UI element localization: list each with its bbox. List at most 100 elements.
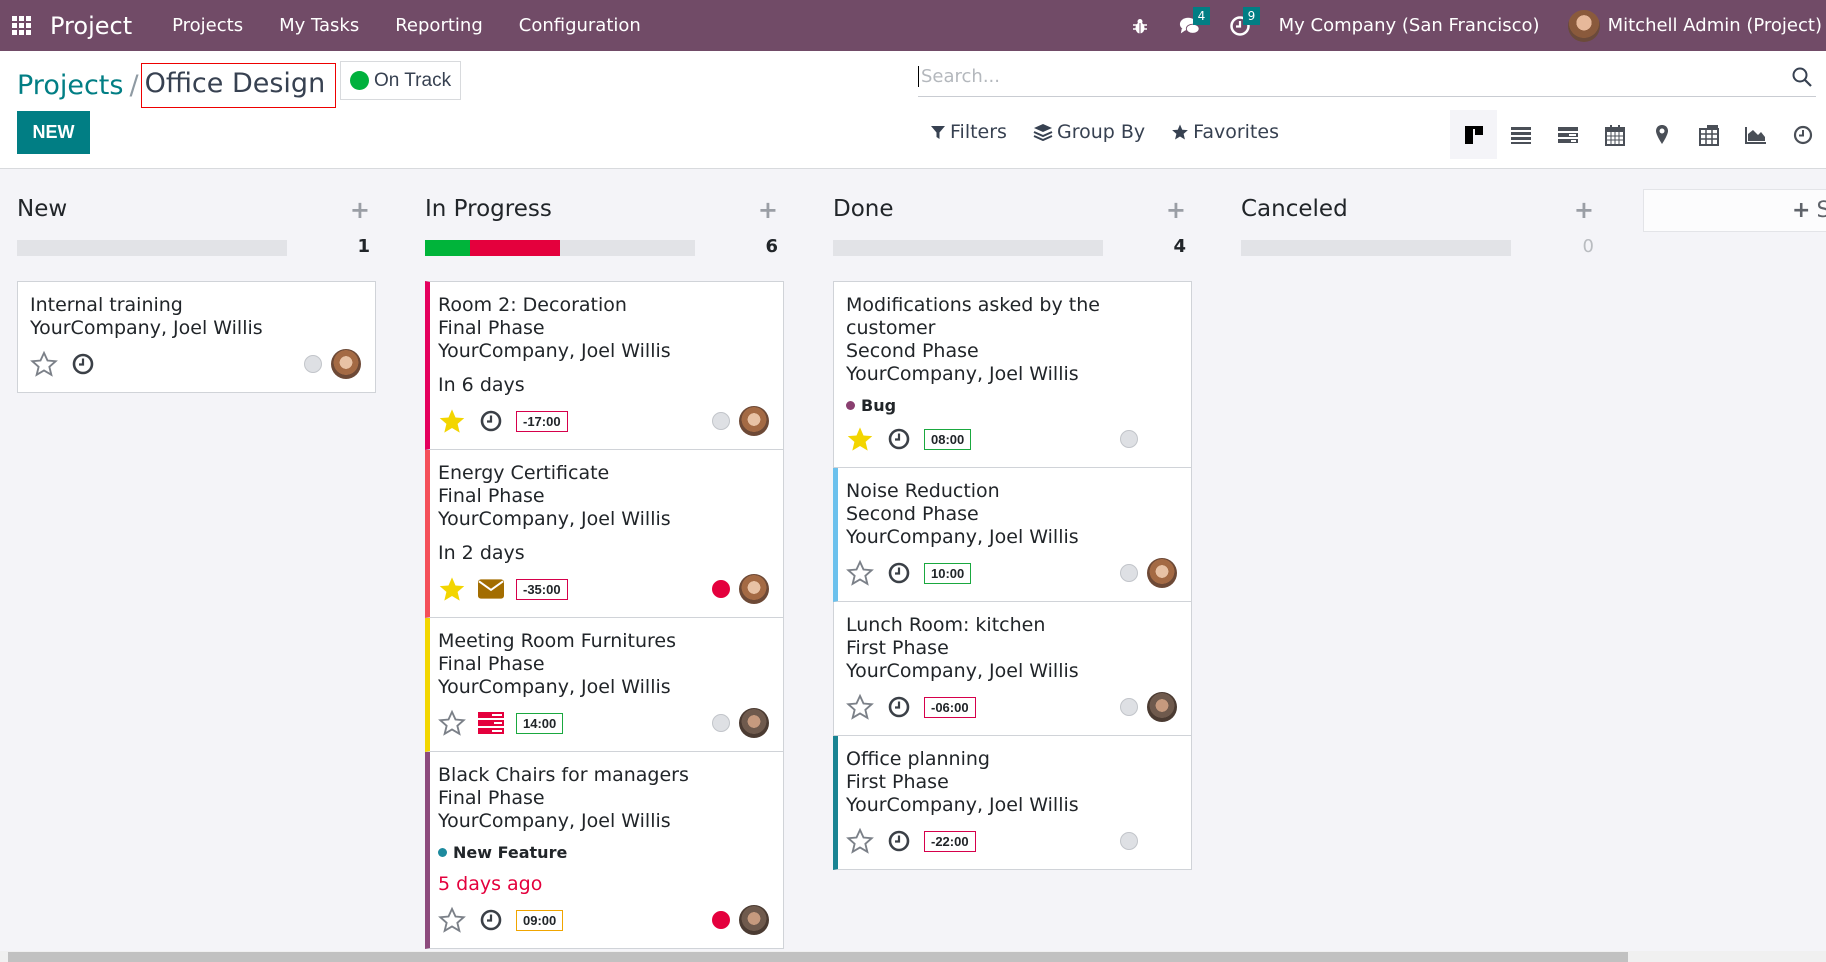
- task-card[interactable]: Energy Certificate Final Phase YourCompany…: [425, 450, 784, 618]
- quick-add-plus-icon[interactable]: +: [1166, 196, 1186, 224]
- task-card[interactable]: Noise Reduction Second Phase YourCompany, …: [833, 468, 1192, 602]
- activity-button[interactable]: [478, 710, 504, 736]
- task-card[interactable]: Room 2: Decoration Final Phase YourCompany…: [425, 281, 784, 450]
- activity-button[interactable]: [886, 694, 912, 720]
- favorites-button[interactable]: Favorites: [1171, 121, 1279, 143]
- activity-button[interactable]: [886, 828, 912, 854]
- menu-configuration[interactable]: Configuration: [519, 15, 641, 36]
- kanban-state-icon[interactable]: [1120, 698, 1138, 716]
- add-stage-column[interactable]: + S: [1643, 189, 1826, 232]
- group-by-label: Group By: [1056, 121, 1146, 143]
- view-switcher: [1450, 110, 1826, 159]
- kanban-state-icon[interactable]: [712, 911, 730, 929]
- progress-blocked[interactable]: [470, 240, 560, 256]
- search-bar: [918, 57, 1816, 97]
- task-card[interactable]: Internal training YourCompany, Joel Willi…: [17, 281, 376, 393]
- task-detail: First Phase: [846, 771, 949, 793]
- column-title[interactable]: Done: [833, 196, 894, 222]
- task-card[interactable]: Office planning First Phase YourCompany, J…: [833, 736, 1192, 870]
- breadcrumb-projects[interactable]: Projects: [17, 70, 123, 101]
- view-graph-button[interactable]: [1732, 110, 1779, 159]
- progress-on-track[interactable]: [425, 240, 470, 256]
- assignee-avatar[interactable]: [1147, 692, 1177, 722]
- star-outline-icon[interactable]: [846, 693, 874, 721]
- kanban-state-icon[interactable]: [712, 580, 730, 598]
- activity-button[interactable]: [478, 408, 504, 434]
- breadcrumb-separator: /: [129, 70, 139, 101]
- star-outline-icon[interactable]: [30, 350, 58, 378]
- task-card[interactable]: Modifications asked by the customer Secon…: [833, 281, 1192, 468]
- user-menu[interactable]: Mitchell Admin (Project): [1608, 15, 1822, 36]
- menu-reporting[interactable]: Reporting: [395, 15, 483, 36]
- view-pivot-button[interactable]: [1685, 110, 1732, 159]
- view-map-button[interactable]: [1638, 110, 1685, 159]
- star-outline-icon[interactable]: [846, 827, 874, 855]
- scrollbar-thumb[interactable]: [8, 952, 1628, 962]
- remaining-hours: -17:00: [516, 410, 568, 432]
- company-switcher[interactable]: My Company (San Francisco): [1279, 15, 1540, 36]
- view-list-button[interactable]: [1497, 110, 1544, 159]
- activities-clock-icon[interactable]: 9: [1229, 6, 1261, 37]
- view-activity-button[interactable]: [1779, 110, 1826, 159]
- activity-button[interactable]: [886, 426, 912, 452]
- quick-add-plus-icon[interactable]: +: [1574, 196, 1594, 224]
- kanban-state-icon[interactable]: [304, 355, 322, 373]
- view-kanban-button[interactable]: [1450, 110, 1497, 159]
- assignee-avatar[interactable]: [739, 708, 769, 738]
- horizontal-scrollbar[interactable]: [0, 951, 1826, 962]
- assignee-avatar[interactable]: [331, 349, 361, 379]
- filter-icon: [931, 126, 945, 139]
- activity-button[interactable]: [478, 907, 504, 933]
- column-title[interactable]: New: [17, 196, 67, 222]
- task-detail: YourCompany, Joel Willis: [438, 810, 671, 832]
- kanban-state-icon[interactable]: [1120, 564, 1138, 582]
- task-card[interactable]: Black Chairs for managers Final Phase Your…: [425, 752, 784, 949]
- starred-icon[interactable]: [438, 407, 466, 435]
- top-navbar: Project Projects My Tasks Reporting Conf…: [0, 0, 1826, 51]
- star-outline-icon[interactable]: [846, 559, 874, 587]
- column-count: 6: [765, 236, 778, 257]
- activity-button[interactable]: [70, 351, 96, 377]
- search-options: Filters Group By Favorites: [930, 121, 1305, 143]
- menu-my-tasks[interactable]: My Tasks: [279, 15, 359, 36]
- task-title: Energy Certificate: [438, 462, 610, 484]
- filters-button[interactable]: Filters: [930, 121, 1007, 143]
- assignee-avatar[interactable]: [739, 406, 769, 436]
- messages-icon[interactable]: 4: [1179, 6, 1211, 37]
- kanban-state-icon[interactable]: [712, 412, 730, 430]
- kanban-state-icon[interactable]: [1120, 430, 1138, 448]
- activity-clock-icon: [888, 696, 910, 718]
- starred-icon[interactable]: [846, 425, 874, 453]
- remaining-hours: 09:00: [516, 909, 564, 931]
- project-status-button[interactable]: On Track: [340, 61, 462, 100]
- kanban-state-icon[interactable]: [712, 714, 730, 732]
- menu-projects[interactable]: Projects: [172, 15, 243, 36]
- search-input[interactable]: [918, 66, 1791, 87]
- debug-bug-icon[interactable]: [1129, 15, 1151, 37]
- user-avatar[interactable]: [1567, 9, 1600, 42]
- search-icon[interactable]: [1791, 66, 1813, 88]
- star-outline-icon[interactable]: [438, 906, 466, 934]
- view-gantt-button[interactable]: [1544, 110, 1591, 159]
- app-brand[interactable]: Project: [50, 12, 132, 40]
- quick-add-plus-icon[interactable]: +: [758, 196, 778, 224]
- activity-button[interactable]: [886, 560, 912, 586]
- starred-icon[interactable]: [438, 575, 466, 603]
- remaining-hours: 10:00: [924, 562, 972, 584]
- new-button[interactable]: NEW: [17, 111, 90, 154]
- column-title[interactable]: Canceled: [1241, 196, 1348, 222]
- kanban-state-icon[interactable]: [1120, 832, 1138, 850]
- column-title[interactable]: In Progress: [425, 196, 552, 222]
- view-calendar-button[interactable]: [1591, 110, 1638, 159]
- task-card[interactable]: Meeting Room Furnitures Final Phase YourCo…: [425, 618, 784, 752]
- task-card[interactable]: Lunch Room: kitchen First Phase YourCompan…: [833, 602, 1192, 736]
- assignee-avatar[interactable]: [739, 574, 769, 604]
- add-stage-label: S: [1816, 198, 1826, 223]
- activity-button[interactable]: [478, 576, 504, 602]
- assignee-avatar[interactable]: [739, 905, 769, 935]
- assignee-avatar[interactable]: [1147, 558, 1177, 588]
- quick-add-plus-icon[interactable]: +: [350, 196, 370, 224]
- apps-menu-icon[interactable]: [12, 15, 32, 36]
- group-by-button[interactable]: Group By: [1033, 121, 1145, 143]
- star-outline-icon[interactable]: [438, 709, 466, 737]
